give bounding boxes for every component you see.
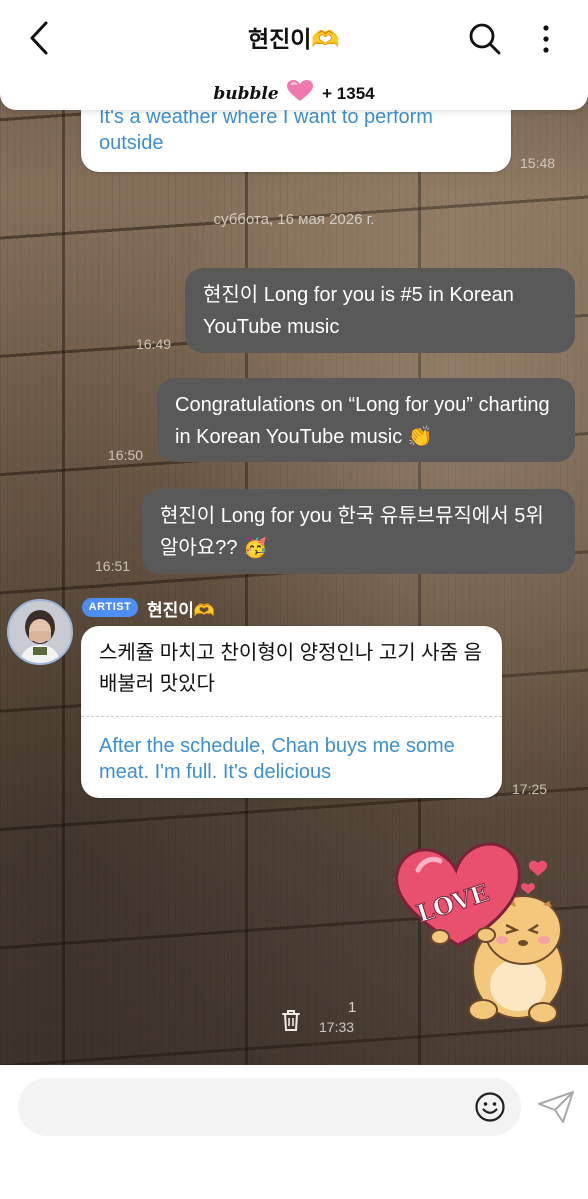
artist-name[interactable]: 현진이🫶 — [147, 596, 215, 621]
message-outgoing[interactable]: 현진이 Long for you 한국 유튜브뮤직에서 5위 알아요?? 🥳 — [142, 489, 575, 574]
bubble-count: + 1354 — [322, 84, 375, 103]
message-time: 16:51 — [95, 558, 131, 574]
bubble-brand: bubble — [213, 84, 279, 104]
date-separator: суббота, 16 мая 2026 г. — [213, 211, 375, 228]
artist-badge: ARTIST — [82, 598, 138, 617]
message-text: Congratulations on “Long for you” charti… — [175, 394, 550, 448]
more-icon[interactable] — [538, 22, 554, 56]
message-text: 현진이 Long for you 한국 유튜브뮤직에서 5위 알아요?? 🥳 — [160, 505, 544, 559]
chat-header: 현진이🫶 bubble + 1354 — [0, 0, 588, 110]
trash-icon[interactable] — [280, 1008, 302, 1032]
message-text: 현진이 Long for you is #5 in Korean YouTube… — [203, 284, 514, 338]
emoji-icon[interactable] — [474, 1091, 506, 1123]
message-original: 스케쥴 마치고 찬이형이 양정인나 고기 사줌 음 배불러 맛있다 — [99, 642, 482, 695]
avatar[interactable] — [7, 599, 73, 665]
message-outgoing[interactable]: Congratulations on “Long for you” charti… — [157, 378, 575, 462]
message-time: 17:33 — [319, 1019, 355, 1035]
message-input[interactable] — [18, 1078, 521, 1136]
message-outgoing[interactable]: 현진이 Long for you is #5 in Korean YouTube… — [185, 268, 575, 353]
read-count: 1 — [348, 999, 357, 1016]
back-icon[interactable] — [26, 20, 56, 56]
message-time: 17:25 — [512, 781, 548, 797]
message-time: 15:48 — [520, 155, 556, 171]
avatar-image — [9, 601, 71, 663]
message-incoming-artist[interactable]: 스케쥴 마치고 찬이형이 양정인나 고기 사줌 음 배불러 맛있다 After … — [81, 626, 502, 798]
send-icon[interactable] — [537, 1090, 575, 1124]
search-icon[interactable] — [468, 22, 502, 56]
message-time: 16:50 — [108, 447, 144, 463]
love-hamster-sticker[interactable]: LOVE — [388, 835, 588, 1030]
message-translation: It's a weather where I want to perform o… — [99, 106, 433, 154]
chat-title[interactable]: 현진이🫶 — [248, 26, 340, 52]
message-time: 16:49 — [136, 336, 172, 352]
heart-icon — [287, 80, 314, 101]
input-bar — [0, 1065, 588, 1199]
message-translation: After the schedule, Chan buys me some me… — [99, 735, 455, 783]
bubble-subscription[interactable]: bubble + 1354 — [0, 80, 588, 104]
